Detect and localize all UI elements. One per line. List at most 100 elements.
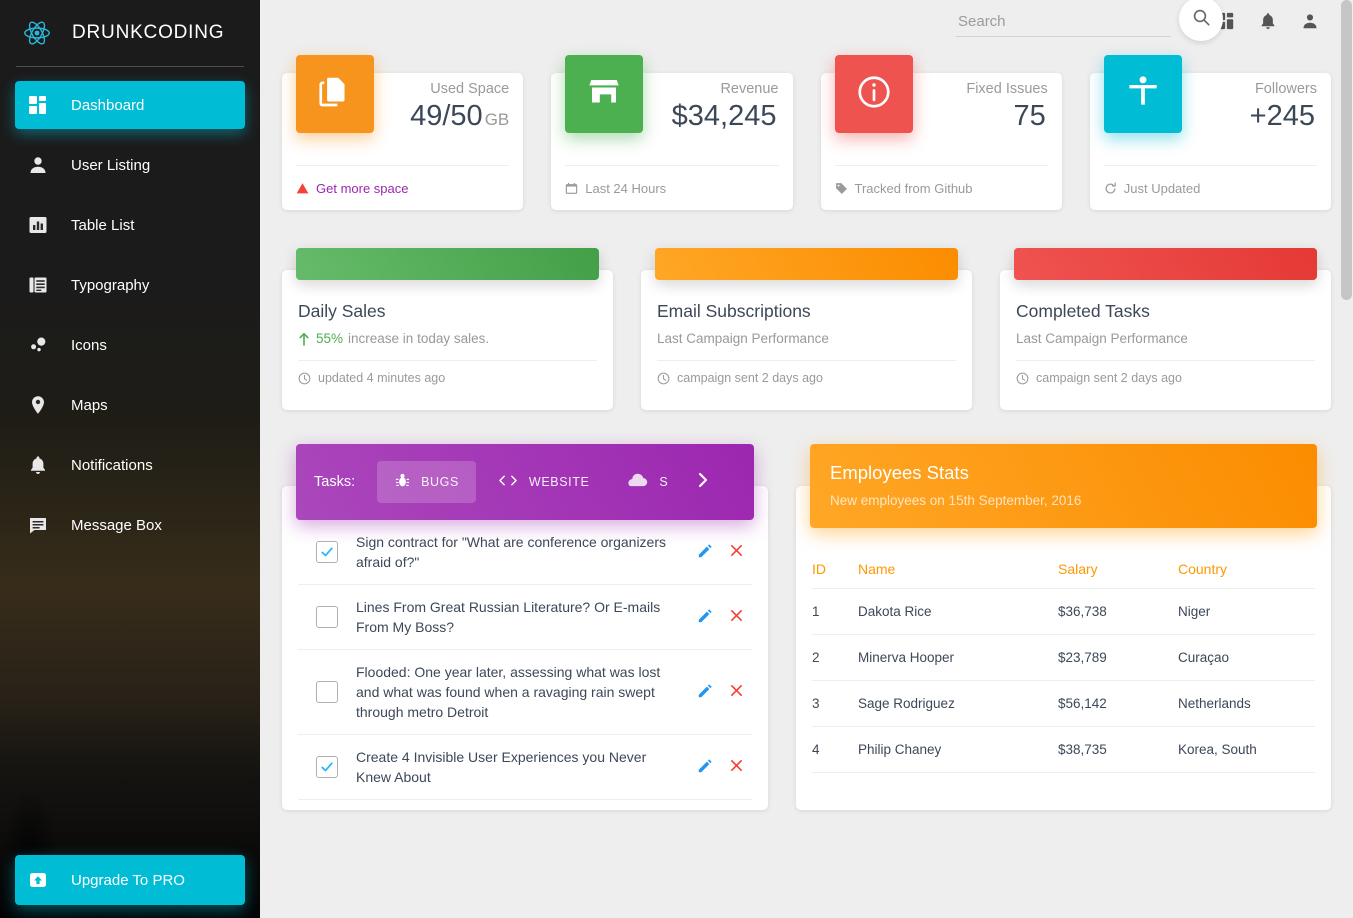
column-header-country: Country	[1178, 550, 1315, 589]
task-checkbox[interactable]	[316, 681, 338, 703]
chart-banner	[655, 248, 958, 280]
table-row: 3 Sage Rodriguez $56,142 Netherlands	[812, 680, 1315, 727]
scrollbar-track[interactable]	[1339, 0, 1353, 918]
table-row: 1 Dakota Rice $36,738 Niger	[812, 588, 1315, 635]
stat-card-followers: Followers +245 Just Updated	[1089, 55, 1331, 210]
tab-server[interactable]: S	[610, 462, 685, 502]
sidebar-item-table-list[interactable]: Table List	[15, 201, 245, 249]
stat-footer: Tracked from Github	[835, 166, 1048, 210]
tab-label: BUGS	[421, 475, 459, 489]
search-input[interactable]	[956, 10, 1171, 37]
top-notifications-button[interactable]	[1247, 12, 1289, 35]
chart-footer: updated 4 minutes ago	[298, 361, 597, 395]
task-checkbox[interactable]	[316, 606, 338, 628]
chart-subtitle: Last Campaign Performance	[1016, 331, 1315, 346]
tab-website[interactable]: WEBSITE	[480, 462, 606, 502]
cell-id: 2	[812, 634, 858, 681]
stat-footer-link[interactable]: Get more space	[316, 181, 409, 196]
chart-card-completed-tasks: Completed Tasks Last Campaign Performanc…	[1000, 248, 1331, 410]
stat-value-number: 75	[1013, 100, 1046, 132]
table-header-row: ID Name Salary Country	[812, 550, 1315, 589]
scrollbar-thumb[interactable]	[1341, 0, 1352, 300]
cell-salary: $56,142	[1058, 680, 1178, 727]
column-header-id: ID	[812, 550, 858, 589]
stat-icon-box	[834, 55, 913, 133]
cloud-icon	[627, 473, 649, 491]
stat-label: Revenue	[720, 81, 779, 97]
sidebar-nav: Dashboard User Listing Table List Typogr…	[0, 67, 260, 549]
brand-logo[interactable]: DRUNKCODING	[0, 0, 260, 66]
dashboard-content: Used Space 49/50 GB Get more space Reven…	[260, 47, 1353, 810]
table-row: 2 Minerva Hooper $23,789 Curaçao	[812, 634, 1315, 681]
sidebar: DRUNKCODING Dashboard User Listing Table…	[0, 0, 260, 918]
tasks-header-label: Tasks:	[314, 474, 356, 490]
tab-bugs[interactable]: BUGS	[377, 461, 476, 503]
stat-label: Fixed Issues	[966, 81, 1048, 97]
accessibility-icon	[1124, 73, 1162, 116]
tab-label: S	[659, 475, 669, 489]
stat-value: 75	[913, 100, 1048, 133]
sidebar-item-message-box[interactable]: Message Box	[15, 501, 245, 549]
chart-footer-text: campaign sent 2 days ago	[677, 371, 823, 385]
task-delete-button[interactable]	[729, 683, 744, 701]
task-delete-button[interactable]	[729, 758, 744, 776]
task-row: Create 4 Invisible User Experiences you …	[298, 735, 752, 800]
clock-icon	[657, 372, 670, 385]
task-edit-button[interactable]	[697, 683, 713, 702]
task-delete-button[interactable]	[729, 608, 744, 626]
store-icon	[586, 74, 622, 115]
cell-id: 3	[812, 680, 858, 727]
cell-id: 4	[812, 726, 858, 773]
sidebar-item-label: User Listing	[71, 156, 151, 174]
tabs-next-button[interactable]	[689, 471, 717, 494]
chart-title: Daily Sales	[298, 301, 386, 321]
sidebar-item-maps[interactable]: Maps	[15, 381, 245, 429]
react-atom-icon	[20, 16, 54, 50]
pencil-icon	[697, 758, 713, 777]
cell-salary: $36,738	[1058, 588, 1178, 635]
task-edit-button[interactable]	[697, 758, 713, 777]
column-header-salary: Salary	[1058, 550, 1178, 589]
main-content: Used Space 49/50GB Get more space	[260, 0, 1353, 918]
stat-footer-text: Just Updated	[1123, 180, 1201, 196]
sidebar-item-user-listing[interactable]: User Listing	[15, 141, 245, 189]
sidebar-item-typography[interactable]: Typography	[15, 261, 245, 309]
task-delete-button[interactable]	[729, 543, 744, 561]
bottom-row: Tasks: BUGS WEBSITE S Sign contract for …	[282, 444, 1331, 810]
sidebar-item-notifications[interactable]: Notifications	[15, 441, 245, 489]
table-row: 4 Philip Chaney $38,735 Korea, South	[812, 726, 1315, 773]
bell-icon	[1259, 12, 1277, 35]
chart-subtitle: 55% increase in today sales.	[298, 331, 597, 346]
sidebar-item-label: Dashboard	[71, 96, 145, 114]
sidebar-item-label: Message Box	[71, 516, 162, 534]
stat-value-unit: GB	[484, 110, 510, 129]
person-icon	[28, 155, 54, 175]
clock-icon	[1016, 372, 1029, 385]
bubbles-icon	[28, 335, 54, 355]
cell-id: 1	[812, 588, 858, 635]
stat-card-fixed-issues: Fixed Issues 75 Tracked from Github	[820, 55, 1062, 210]
cell-salary: $23,789	[1058, 634, 1178, 681]
sidebar-item-label: Icons	[71, 336, 107, 354]
top-profile-button[interactable]	[1289, 12, 1331, 35]
sidebar-item-icons[interactable]: Icons	[15, 321, 245, 369]
stat-value: +245	[1182, 100, 1317, 133]
sidebar-item-dashboard[interactable]: Dashboard	[15, 81, 245, 129]
task-checkbox[interactable]	[316, 541, 338, 563]
task-edit-button[interactable]	[697, 608, 713, 627]
app-root: DRUNKCODING Dashboard User Listing Table…	[0, 0, 1353, 918]
pencil-icon	[697, 543, 713, 562]
task-edit-button[interactable]	[697, 543, 713, 562]
warning-triangle-icon	[296, 182, 309, 195]
stat-footer[interactable]: Get more space	[296, 166, 509, 210]
map-pin-icon	[28, 395, 54, 415]
chart-subtitle-text: Last Campaign Performance	[1016, 331, 1188, 346]
cell-country: Korea, South	[1178, 726, 1315, 773]
chart-subtitle: Last Campaign Performance	[657, 331, 956, 346]
task-row: Lines From Great Russian Literature? Or …	[298, 585, 752, 650]
chart-title: Completed Tasks	[1016, 301, 1150, 321]
chart-banner	[296, 248, 599, 280]
task-checkbox[interactable]	[316, 756, 338, 778]
task-label: Lines From Great Russian Literature? Or …	[356, 599, 661, 635]
upgrade-to-pro-button[interactable]: Upgrade To PRO	[15, 855, 245, 905]
